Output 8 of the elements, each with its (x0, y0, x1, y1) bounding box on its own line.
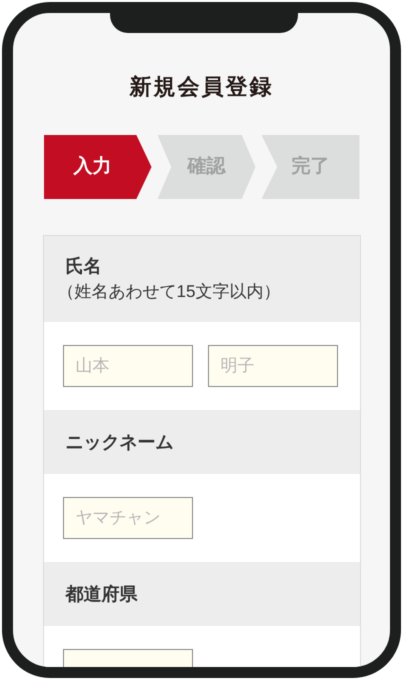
text-input[interactable]: 山本 (62, 345, 192, 387)
field-label: 都道府県 (66, 583, 138, 606)
field-note: （姓名あわせて15文字以内） (58, 281, 282, 303)
text-input[interactable]: 明子 (208, 345, 338, 387)
text-input[interactable]: ヤマチャン (62, 497, 192, 539)
field-label: 氏名 (66, 255, 102, 278)
page-title: 新規会員登録 (130, 73, 274, 101)
field-label: ニックネーム (66, 431, 174, 454)
